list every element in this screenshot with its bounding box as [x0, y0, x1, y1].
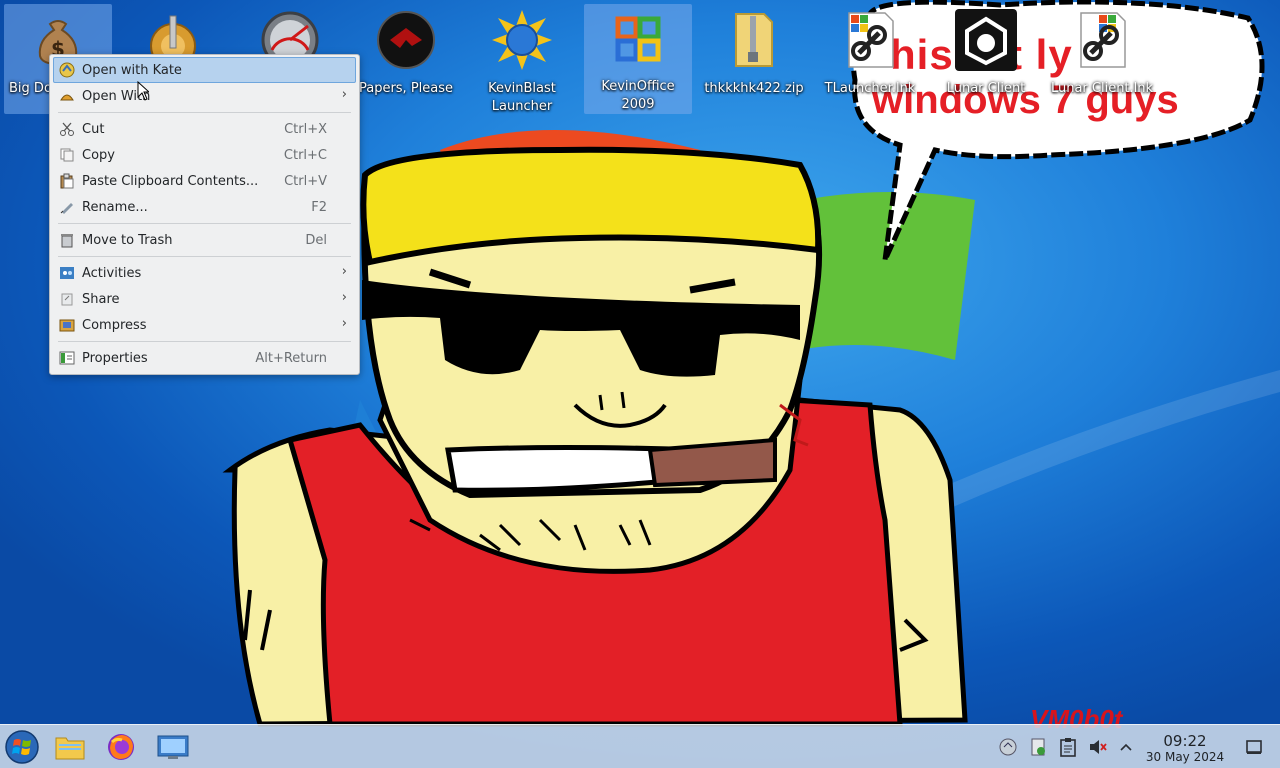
menu-item-label: Open with Kate — [82, 62, 182, 78]
volume-muted-icon — [1090, 740, 1107, 754]
network-icon — [999, 738, 1017, 756]
file-manager-button[interactable] — [52, 729, 88, 765]
menu-item-label: Copy — [82, 147, 115, 163]
desktop-icon-label: Lunar Client — [946, 81, 1026, 96]
kate-icon — [59, 62, 75, 78]
menu-item-shortcut: Ctrl+V — [284, 173, 327, 189]
submenu-arrow-icon: › — [341, 87, 347, 102]
tray-expand-icon — [1120, 743, 1132, 751]
desktop-icon-zip-file[interactable]: thkkkhk422.zip — [700, 4, 808, 114]
network-tray-button[interactable] — [998, 737, 1018, 757]
start-menu-icon — [5, 730, 39, 764]
start-menu-button[interactable] — [4, 729, 40, 765]
desktop-icon-label: Papers, Please — [358, 81, 454, 96]
desktop[interactable]: his tot ly windows 7 guys VM0b0t $ Big D… — [0, 0, 1280, 768]
show-desktop-button[interactable] — [1244, 737, 1264, 757]
desktop-icon-papers-please[interactable]: Papers, Please — [352, 4, 460, 114]
menu-item-cut[interactable]: Cut Ctrl+X — [50, 116, 359, 142]
taskbar: 09:22 30 May 2024 — [0, 724, 1280, 768]
show-desktop-icon — [1246, 740, 1262, 754]
papers-please-icon — [374, 8, 438, 72]
menu-item-label: Properties — [82, 350, 148, 366]
menu-item-label: Compress — [82, 317, 147, 333]
kevinoffice-icon — [606, 8, 670, 70]
open-with-icon — [59, 88, 75, 104]
menu-item-rename[interactable]: Rename... F2 — [50, 194, 359, 220]
menu-item-label: Rename... — [82, 199, 148, 215]
menu-item-label: Share — [82, 291, 120, 307]
menu-item-label: Paste Clipboard Contents... — [82, 173, 259, 189]
desktop-icon-label: thkkkhk422.zip — [704, 81, 804, 96]
menu-item-activities[interactable]: Activities › — [50, 260, 359, 286]
system-settings-button[interactable] — [155, 729, 191, 765]
compress-icon — [59, 317, 75, 333]
menu-item-label: Move to Trash — [82, 232, 173, 248]
clock-time[interactable]: 09:22 — [1140, 732, 1230, 750]
desktop-icon-kevinoffice[interactable]: KevinOffice 2009 — [584, 4, 692, 114]
file-manager-icon — [55, 737, 85, 760]
desktop-icon-label: Lunar Client.lnk — [1050, 81, 1154, 96]
menu-item-shortcut: Del — [305, 232, 327, 248]
desktop-icon-kevinblast-launcher[interactable]: KevinBlast Launcher — [468, 4, 576, 114]
menu-item-shortcut: Ctrl+C — [283, 147, 327, 163]
desktop-icon-tlauncher-lnk[interactable]: TLauncher.lnk — [816, 4, 924, 114]
menu-item-move-to-trash[interactable]: Move to Trash Del — [50, 227, 359, 253]
menu-separator — [58, 341, 351, 342]
menu-item-shortcut: F2 — [311, 199, 327, 215]
lunar-client-icon — [954, 8, 1018, 72]
menu-item-shortcut: Alt+Return — [255, 350, 327, 366]
properties-icon — [59, 350, 75, 366]
menu-item-label: Open With — [82, 88, 151, 104]
menu-item-label: Cut — [82, 121, 105, 137]
menu-item-share[interactable]: Share › — [50, 286, 359, 312]
menu-item-shortcut: Ctrl+X — [284, 121, 327, 137]
scissors-icon — [59, 121, 75, 137]
rename-icon — [59, 199, 75, 215]
paste-icon — [59, 173, 75, 189]
copy-icon — [59, 147, 75, 163]
clipboard-icon — [1060, 738, 1076, 757]
desktop-icon-lunar-client[interactable]: Lunar Client — [932, 4, 1040, 114]
submenu-arrow-icon: › — [341, 290, 347, 305]
menu-item-open-with-kate[interactable]: Open with Kate — [53, 57, 356, 83]
menu-separator — [58, 112, 351, 113]
clock-date[interactable]: 30 May 2024 — [1140, 750, 1230, 764]
context-menu: Open with Kate Open With › Cut Ctrl+X Co… — [49, 54, 360, 375]
trash-icon — [59, 232, 75, 248]
menu-item-copy[interactable]: Copy Ctrl+C — [50, 142, 359, 168]
volume-tray-button[interactable] — [1088, 737, 1108, 757]
system-settings-icon — [157, 735, 189, 759]
kevinblast-launcher-icon — [490, 8, 554, 72]
mouse-cursor-icon — [137, 81, 149, 101]
menu-item-open-with[interactable]: Open With › — [50, 83, 359, 109]
menu-item-label: Activities — [82, 265, 142, 281]
zip-folder-icon — [722, 8, 786, 72]
submenu-arrow-icon: › — [341, 316, 347, 331]
shortcut-link-icon — [1070, 8, 1134, 72]
desktop-icon-label: KevinBlast Launcher — [488, 81, 556, 114]
firefox-icon — [108, 734, 134, 760]
submenu-arrow-icon: › — [341, 264, 347, 279]
activities-icon — [59, 265, 75, 281]
menu-item-compress[interactable]: Compress › — [50, 312, 359, 338]
shortcut-link-icon — [838, 8, 902, 72]
tray-expand-button[interactable] — [1116, 737, 1136, 757]
firefox-button[interactable] — [103, 729, 139, 765]
share-icon — [59, 291, 75, 307]
updates-icon — [1031, 738, 1045, 756]
menu-item-paste[interactable]: Paste Clipboard Contents... Ctrl+V — [50, 168, 359, 194]
menu-separator — [58, 256, 351, 257]
menu-item-properties[interactable]: Properties Alt+Return — [50, 345, 359, 371]
menu-separator — [58, 223, 351, 224]
updates-tray-button[interactable] — [1028, 737, 1048, 757]
desktop-icon-label: TLauncher.lnk — [824, 81, 916, 96]
clipboard-tray-button[interactable] — [1058, 737, 1078, 757]
desktop-icon-label: KevinOffice 2009 — [601, 79, 675, 112]
desktop-icon-lunar-client-lnk[interactable]: Lunar Client.lnk — [1048, 4, 1156, 114]
